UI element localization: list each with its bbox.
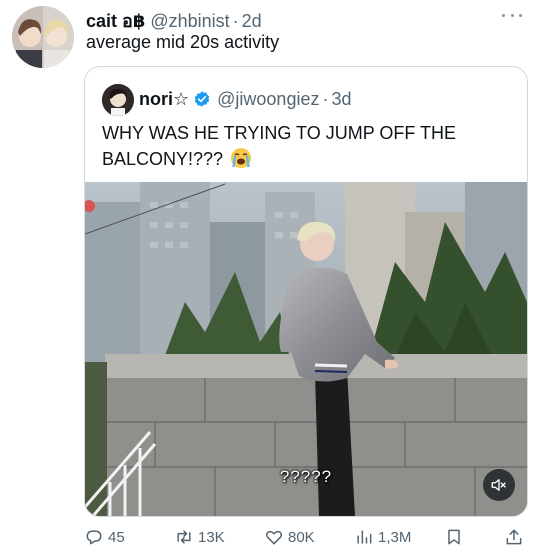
verified-badge-icon [194,91,210,107]
author-avatar[interactable] [12,6,74,68]
quoted-tweet-header: nori☆ @jiwoongiez · 3d [139,86,352,112]
quoted-author-handle[interactable]: @jiwoongiez [217,89,319,110]
quoted-tweet-text-container: WHY WAS HE TRYING TO JUMP OFF THE BALCON… [102,120,517,172]
author-name[interactable]: cait อ฿ [86,6,145,35]
video-player[interactable]: ????? [85,182,527,516]
repost-icon [177,530,191,544]
quoted-tweet-timestamp[interactable]: 3d [331,89,351,110]
reply-button[interactable]: 45 [84,525,125,549]
share-button[interactable] [504,525,528,549]
tweet-header: cait อ฿ @zhbinist · 2d [86,6,262,32]
tweet-action-bar: 45 13K 80K 1,3M [84,525,530,549]
quoted-tweet[interactable]: nori☆ @jiwoongiez · 3d WHY WAS HE TRYING… [84,66,528,517]
like-button[interactable]: 80K [264,525,315,549]
separator-dot: · [322,88,329,109]
reply-count: 45 [108,528,125,546]
quoted-author-name[interactable]: nori☆ [139,89,189,110]
views-chart-icon [357,530,372,544]
like-count: 80K [288,528,315,546]
mute-toggle-button[interactable] [483,469,515,501]
loudly-crying-face-icon [231,148,252,168]
bookmark-icon [448,529,460,545]
video-caption: ????? [279,467,333,486]
author-handle[interactable]: @zhbinist [150,11,229,32]
share-icon [506,529,522,545]
separator-dot: · [232,11,239,31]
speaker-muted-icon [491,479,506,491]
quoted-tweet-text: WHY WAS HE TRYING TO JUMP OFF THE BALCON… [102,123,457,169]
tweet-timestamp[interactable]: 2d [242,11,262,32]
reply-icon [86,530,102,545]
quoted-author-avatar[interactable] [102,84,134,116]
repost-button[interactable]: 13K [174,525,225,549]
tweet-text: average mid 20s activity [86,32,280,52]
video-frame [85,182,527,516]
bookmark-button[interactable] [444,525,468,549]
heart-icon [265,530,283,545]
repost-count: 13K [198,528,225,546]
views-button[interactable]: 1,3M [354,525,411,549]
view-count: 1,3M [378,528,412,546]
more-options-icon[interactable] [498,6,526,24]
